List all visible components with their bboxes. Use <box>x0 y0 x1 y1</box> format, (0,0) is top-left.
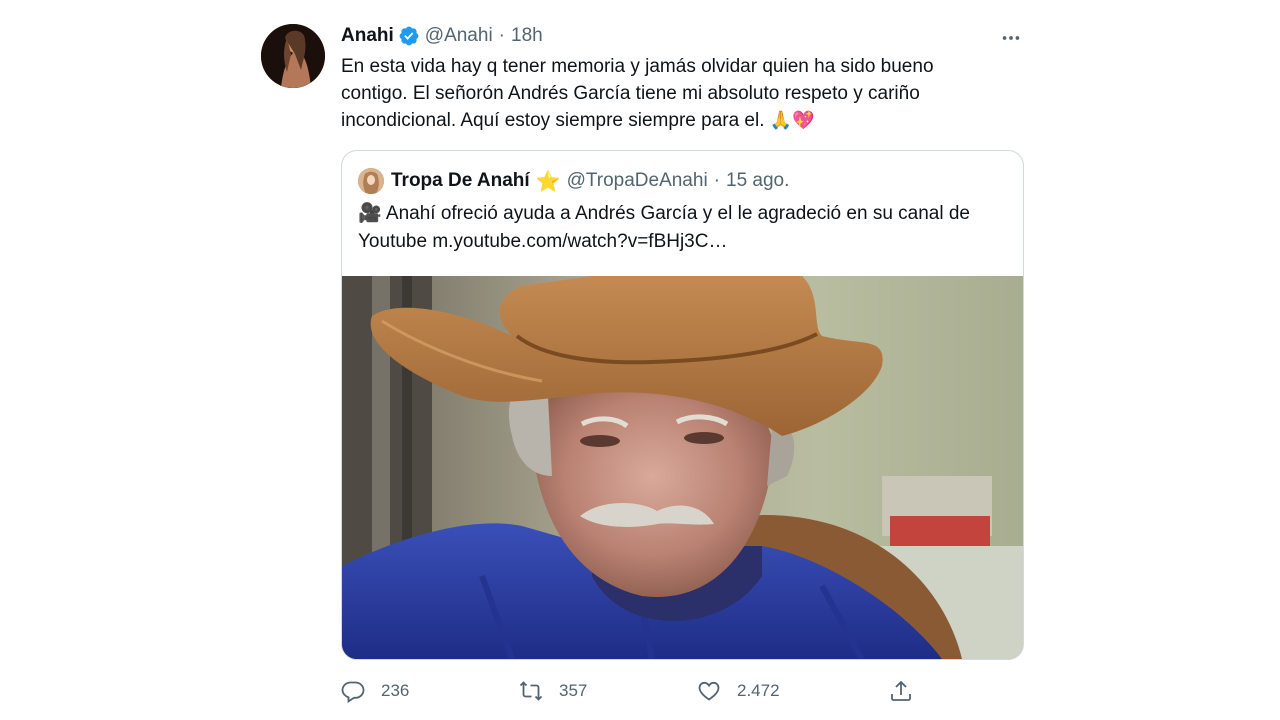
quoted-tweet-text: 🎥 Anahí ofreció ayuda a Andrés García y … <box>358 200 1008 256</box>
verified-badge-icon <box>399 26 419 46</box>
quoted-author-name: Tropa De Anahí <box>391 170 530 191</box>
tweet-text-line: incondicional. Aquí estoy siempre siempr… <box>341 107 981 134</box>
quoted-timestamp: 15 ago. <box>726 170 790 191</box>
tweet-emoji: 🙏💖 <box>769 110 815 130</box>
author-name[interactable]: Anahi <box>341 25 394 47</box>
tweet-text-segment: incondicional. Aquí estoy siempre siempr… <box>341 110 770 131</box>
quoted-tweet-header: Tropa De Anahí ⭐ @TropaDeAnahi · 15 ago. <box>358 168 789 194</box>
tweet-text-line: En esta vida hay q tener memoria y jamás… <box>341 56 934 77</box>
quoted-text-line: Youtube m.youtube.com/watch?v=fBHj3C… <box>358 231 728 252</box>
separator-dot: · <box>498 25 505 46</box>
share-button[interactable] <box>889 677 929 705</box>
tweet-actions: 236 357 2.472 <box>341 677 941 705</box>
like-count: 2.472 <box>737 681 780 700</box>
video-camera-icon: 🎥 <box>358 203 382 224</box>
quoted-text-segment: Anahí ofreció ayuda a Andrés García y el… <box>381 203 970 224</box>
quoted-tweet[interactable]: Tropa De Anahí ⭐ @TropaDeAnahi · 15 ago.… <box>341 150 1024 660</box>
heart-icon <box>698 681 720 701</box>
quoted-author-avatar <box>358 168 384 194</box>
retweet-button[interactable]: 357 <box>519 677 587 705</box>
reply-count: 236 <box>381 681 410 700</box>
author-handle[interactable]: @Anahi <box>425 25 493 47</box>
tweet-text-line: contigo. El señorón Andrés García tiene … <box>341 83 920 104</box>
author-avatar[interactable] <box>261 24 325 88</box>
tweet-header: Anahi @Anahi · 18h <box>341 24 543 48</box>
reply-button[interactable]: 236 <box>341 677 409 705</box>
quoted-author-handle: @TropaDeAnahi <box>566 170 708 191</box>
separator-dot: · <box>713 170 720 191</box>
tweet-text: En esta vida hay q tener memoria y jamás… <box>341 53 981 134</box>
retweet-icon <box>519 681 543 701</box>
share-icon <box>891 680 911 701</box>
avatar-image <box>261 24 325 88</box>
tweet-timestamp[interactable]: 18h <box>511 25 543 47</box>
star-icon: ⭐ <box>535 170 561 193</box>
like-button[interactable]: 2.472 <box>697 677 780 705</box>
tweet[interactable]: Anahi @Anahi · 18h En esta vida hay q te… <box>259 20 1029 720</box>
reply-icon <box>341 681 365 703</box>
retweet-count: 357 <box>559 681 588 700</box>
quoted-media-image[interactable] <box>342 276 1023 659</box>
quoted-text-line: 🎥 Anahí ofreció ayuda a Andrés García y … <box>358 200 1008 228</box>
more-options-icon[interactable] <box>999 26 1023 50</box>
